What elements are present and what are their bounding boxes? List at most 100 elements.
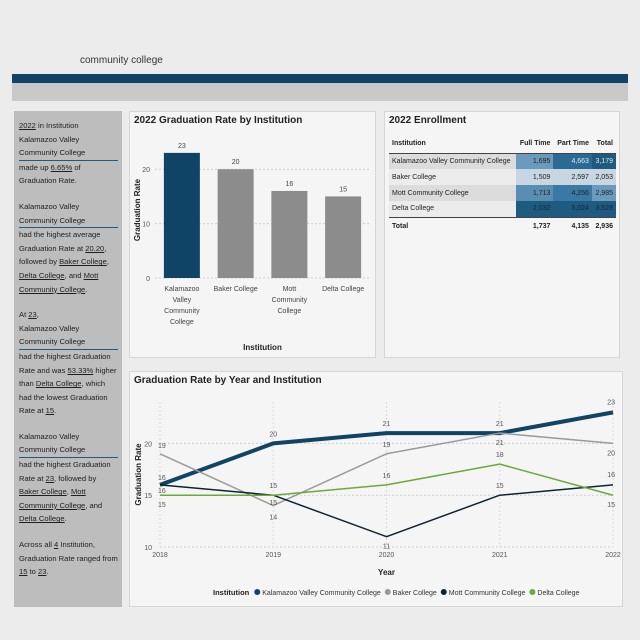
cell-full-time: 1,713 (516, 185, 554, 201)
narrative-institution-link: Delta College (19, 514, 65, 524)
narrative-text: . (85, 284, 88, 294)
x-tick-label: 2020 (379, 552, 395, 559)
cell-institution: Delta College (392, 205, 435, 213)
narrative-text: , followed by (54, 473, 97, 483)
enrollment-table-panel[interactable]: 2022 Enrollment Institution Full Time Pa… (384, 111, 620, 358)
bar (325, 196, 362, 278)
narrative-text: in Institution (35, 121, 79, 130)
legend-marker (529, 589, 536, 595)
x-tick-label: 2021 (492, 552, 508, 559)
data-label: 15 (607, 502, 615, 509)
narrative-institution: Kalamazoo Valley Community College (19, 430, 118, 459)
narrative-paragraph-4: Kalamazoo Valley Community College had t… (19, 430, 118, 526)
cell-total-total: 2,936 (591, 216, 616, 235)
narrative-text: , and (85, 500, 103, 510)
narrative-value: 20.20 (85, 243, 105, 253)
data-label: 19 (383, 442, 391, 449)
x-tick-label: College (278, 308, 302, 315)
header-band (12, 74, 628, 83)
col-header-institution[interactable]: Institution (389, 135, 517, 154)
bar-data-label: 23 (178, 143, 186, 150)
legend-marker (254, 589, 261, 595)
cell-total-label: Total (389, 216, 517, 235)
legend-label: Mott Community College (449, 590, 526, 597)
cell-total: 2,985 (591, 185, 616, 201)
data-label: 23 (607, 399, 615, 406)
x-tick-label: 2018 (152, 552, 168, 559)
report-title: community college (80, 55, 163, 66)
bar (163, 152, 200, 278)
data-label: 21 (496, 440, 504, 447)
bar-chart-panel[interactable]: 2022 Graduation Rate by Institution 0 10 2… (129, 111, 376, 358)
narrative-paragraph-5: Across all 4 Institution, Graduation Rat… (19, 538, 118, 579)
table-row[interactable]: Baker College 1,509 2,597 2,053 (389, 169, 616, 185)
x-tick-label: Baker College (214, 286, 258, 293)
bar-data-label: 20 (232, 159, 240, 166)
narrative-paragraph-2: Kalamazoo Valley Community College had t… (19, 200, 118, 296)
cell-total-full-time: 1,737 (516, 216, 554, 235)
table-header-row: Institution Full Time Part Time Total (389, 135, 616, 154)
narrative-text: to (27, 567, 39, 577)
narrative-value: 53.33% (67, 365, 94, 375)
data-label: 15 (496, 483, 504, 490)
legend-label: Kalamazoo Valley Community College (262, 590, 381, 597)
y-tick-label: 10 (144, 545, 152, 552)
table-row[interactable]: Kalamazoo Valley Community College 1,695… (389, 153, 616, 169)
line-chart-panel[interactable]: Graduation Rate by Year and Institution … (129, 371, 623, 607)
col-header-full-time[interactable]: Full Time (516, 135, 554, 154)
narrative-text: At (19, 310, 29, 320)
x-tick-label: College (170, 319, 194, 326)
x-tick-label: Community (272, 297, 308, 304)
narrative-text: , and (64, 270, 84, 280)
bar (271, 190, 308, 278)
legend-label: Baker College (393, 590, 437, 597)
table-row[interactable]: Delta College 2,032 5,024 3,528 (389, 201, 616, 217)
x-tick-label: Delta College (322, 286, 364, 293)
data-label: 15 (158, 502, 166, 509)
narrative-text: , (106, 257, 109, 267)
legend-label: Delta College (537, 590, 579, 597)
data-label: 20 (607, 450, 615, 457)
legend-title: Institution (213, 588, 250, 597)
enrollment-table: Institution Full Time Part Time Total Ka… (389, 135, 616, 235)
enrollment-title: 2022 Enrollment (389, 115, 467, 126)
legend-marker (440, 589, 447, 595)
header-subband (12, 83, 628, 101)
bar (217, 169, 254, 278)
narrative-paragraph-3: At 23, Kalamazoo Valley Community Colleg… (19, 308, 118, 418)
x-tick-label: Valley (173, 297, 192, 304)
x-tick-label: 2019 (265, 552, 281, 559)
col-header-total[interactable]: Total (591, 135, 616, 154)
cell-part-time: 4,663 (553, 153, 592, 169)
data-label: 21 (383, 421, 391, 428)
col-header-part-time[interactable]: Part Time (553, 135, 592, 154)
table-row[interactable]: Mott Community College 1,713 4,256 2,985 (389, 185, 616, 201)
data-label: 21 (496, 421, 504, 428)
x-tick-label: Mott (283, 286, 297, 293)
y-axis-title: Graduation Rate (134, 443, 143, 506)
table-total-row: Total 1,737 4,135 2,936 (389, 216, 616, 235)
data-label: 19 (158, 443, 166, 450)
x-axis-title: Year (378, 568, 395, 577)
y-axis-title: Graduation Rate (133, 178, 142, 241)
x-tick-label: Community (164, 308, 200, 315)
data-label: 15 (269, 483, 277, 490)
data-label: 15 (269, 500, 277, 507)
data-label: 20 (269, 431, 277, 438)
cell-full-time: 1,695 (516, 153, 554, 169)
cell-full-time: 2,032 (516, 201, 554, 217)
narrative-institution-link: Delta College (35, 379, 82, 389)
cell-institution: Baker College (392, 173, 436, 181)
bar-data-label: 15 (339, 186, 347, 193)
narrative-text: . (54, 406, 57, 416)
narrative-value: 23 (28, 310, 37, 320)
legend-marker (384, 589, 391, 595)
narrative-value: 6.65% (50, 162, 73, 172)
narrative-value: 2022 (19, 121, 36, 130)
data-label: 16 (607, 472, 615, 479)
narrative-text: . (64, 514, 67, 524)
cell-part-time: 5,024 (553, 201, 592, 217)
y-tick-label: 15 (144, 493, 152, 500)
bar-data-label: 16 (285, 181, 293, 188)
narrative-text: . (46, 567, 49, 577)
